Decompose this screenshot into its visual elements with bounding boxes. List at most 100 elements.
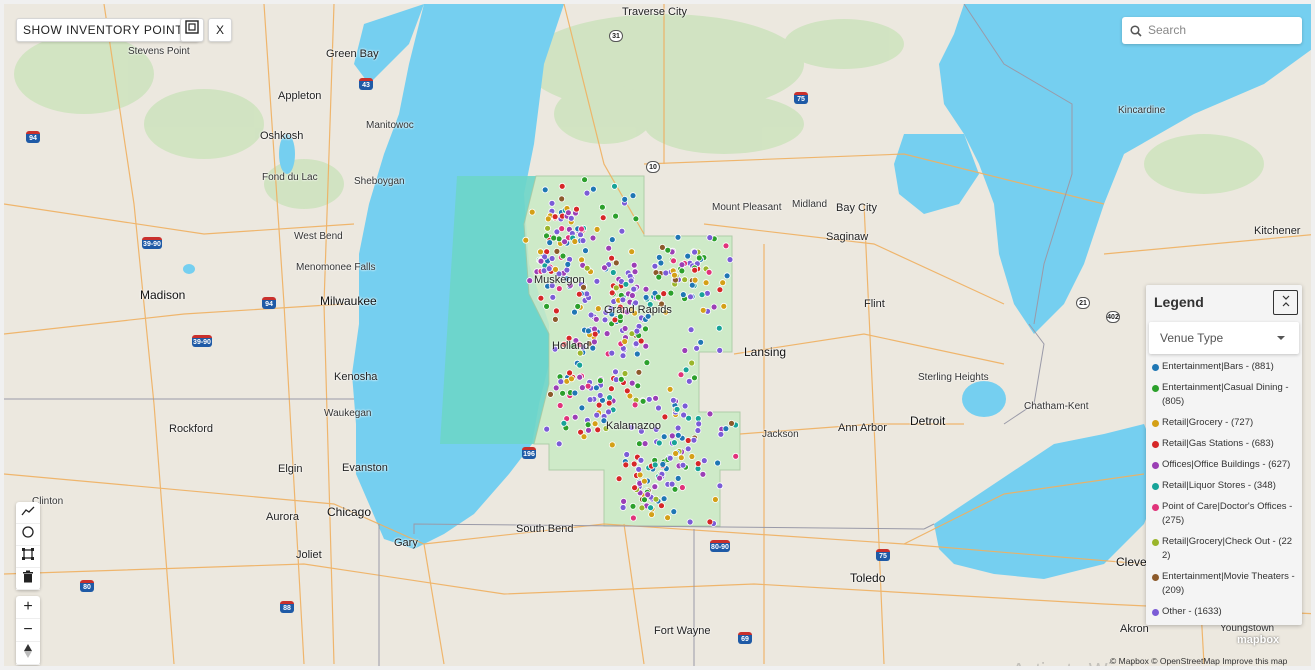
inventory-point[interactable] <box>674 474 682 482</box>
inventory-point[interactable] <box>651 483 659 491</box>
inventory-point[interactable] <box>621 195 629 203</box>
inventory-point[interactable] <box>641 477 648 485</box>
inventory-point[interactable] <box>732 452 740 460</box>
draw-polygon-button[interactable] <box>16 546 40 568</box>
inventory-point[interactable] <box>706 518 714 526</box>
inventory-point[interactable] <box>619 296 627 304</box>
inventory-point[interactable] <box>599 203 606 211</box>
legend-item[interactable]: Entertainment|Movie Theaters - (209) <box>1151 570 1299 598</box>
inventory-point[interactable] <box>684 445 692 453</box>
inventory-point[interactable] <box>655 404 662 412</box>
inventory-point[interactable] <box>656 474 663 482</box>
close-button[interactable]: X <box>208 18 232 42</box>
draw-line-button[interactable] <box>16 502 40 524</box>
inventory-point[interactable] <box>558 225 566 233</box>
inventory-point[interactable] <box>691 266 699 274</box>
inventory-point[interactable] <box>576 361 584 369</box>
inventory-point[interactable] <box>544 224 551 232</box>
inventory-point[interactable] <box>632 215 640 223</box>
inventory-point[interactable] <box>670 396 677 404</box>
inventory-point[interactable] <box>548 199 556 207</box>
inventory-point[interactable] <box>674 233 682 241</box>
inventory-point[interactable] <box>537 248 544 256</box>
inventory-point[interactable] <box>577 231 584 239</box>
inventory-point[interactable] <box>700 457 708 465</box>
inventory-point[interactable] <box>619 504 627 511</box>
inventory-point[interactable] <box>629 292 636 299</box>
inventory-point[interactable] <box>571 238 579 245</box>
inventory-point[interactable] <box>593 411 601 419</box>
inventory-point[interactable] <box>605 408 612 416</box>
inventory-point[interactable] <box>583 264 591 272</box>
inventory-point[interactable] <box>688 453 696 460</box>
inventory-point[interactable] <box>589 234 597 242</box>
inventory-point[interactable] <box>630 514 637 522</box>
inventory-point[interactable] <box>612 368 619 376</box>
inventory-point[interactable] <box>698 291 706 299</box>
inventory-point[interactable] <box>674 431 682 439</box>
inventory-point[interactable] <box>608 441 616 449</box>
inventory-point[interactable] <box>612 259 620 267</box>
legend-item[interactable]: Retail|Liquor Stores - (348) <box>1151 479 1299 493</box>
legend-item[interactable]: Other - (1633) <box>1151 605 1299 619</box>
inventory-point[interactable] <box>612 284 620 292</box>
legend-item[interactable]: Retail|Gas Stations - (683) <box>1151 437 1299 451</box>
inventory-point[interactable] <box>681 347 689 354</box>
inventory-point[interactable] <box>691 276 699 284</box>
inventory-point[interactable] <box>726 256 734 264</box>
inventory-point[interactable] <box>608 385 615 393</box>
inventory-point[interactable] <box>592 315 600 323</box>
inventory-point[interactable] <box>651 461 659 469</box>
inventory-point[interactable] <box>636 440 643 448</box>
inventory-point[interactable] <box>611 182 618 190</box>
inventory-point[interactable] <box>561 238 568 246</box>
inventory-point[interactable] <box>623 387 631 395</box>
inventory-point[interactable] <box>655 253 663 261</box>
inventory-point[interactable] <box>662 269 670 277</box>
inventory-point[interactable] <box>672 450 679 457</box>
inventory-point[interactable] <box>674 424 682 432</box>
inventory-point[interactable] <box>716 286 724 294</box>
legend-item[interactable]: Entertainment|Casual Dining - (805) <box>1151 381 1299 409</box>
inventory-point[interactable] <box>605 244 613 252</box>
delete-drawing-button[interactable] <box>16 568 40 590</box>
inventory-point[interactable] <box>537 257 545 265</box>
inventory-point[interactable] <box>706 410 714 418</box>
inventory-point[interactable] <box>526 277 534 285</box>
inventory-point[interactable] <box>578 225 585 233</box>
inventory-point[interactable] <box>668 432 676 440</box>
inventory-point[interactable] <box>699 470 707 478</box>
inventory-point[interactable] <box>594 305 602 313</box>
inventory-point[interactable] <box>728 419 735 427</box>
inventory-point[interactable] <box>691 248 698 256</box>
inventory-point[interactable] <box>591 420 599 428</box>
inventory-point[interactable] <box>680 411 687 419</box>
inventory-point[interactable] <box>720 302 728 310</box>
inventory-point[interactable] <box>608 289 616 297</box>
inventory-point[interactable] <box>629 502 637 510</box>
inventory-point[interactable] <box>543 302 550 310</box>
inventory-point[interactable] <box>641 440 649 448</box>
inventory-point[interactable] <box>545 265 553 273</box>
inventory-point[interactable] <box>722 242 730 250</box>
inventory-point[interactable] <box>622 280 630 288</box>
inventory-point[interactable] <box>630 261 638 269</box>
inventory-point[interactable] <box>695 254 703 262</box>
inventory-point[interactable] <box>658 502 665 510</box>
inventory-point[interactable] <box>578 256 585 264</box>
inventory-point[interactable] <box>637 456 645 464</box>
inventory-point[interactable] <box>564 260 572 268</box>
inventory-point[interactable] <box>642 285 650 293</box>
inventory-point[interactable] <box>573 205 580 213</box>
legend-collapse-button[interactable] <box>1273 290 1298 315</box>
inventory-point[interactable] <box>584 382 592 390</box>
inventory-point[interactable] <box>648 511 655 518</box>
inventory-point[interactable] <box>643 359 651 367</box>
compass-button[interactable] <box>16 642 40 665</box>
inventory-point[interactable] <box>660 433 668 441</box>
inventory-point[interactable] <box>633 350 641 358</box>
inventory-point[interactable] <box>622 461 630 469</box>
inventory-point[interactable] <box>684 437 692 444</box>
inventory-point[interactable] <box>609 269 617 276</box>
inventory-point[interactable] <box>679 484 686 491</box>
